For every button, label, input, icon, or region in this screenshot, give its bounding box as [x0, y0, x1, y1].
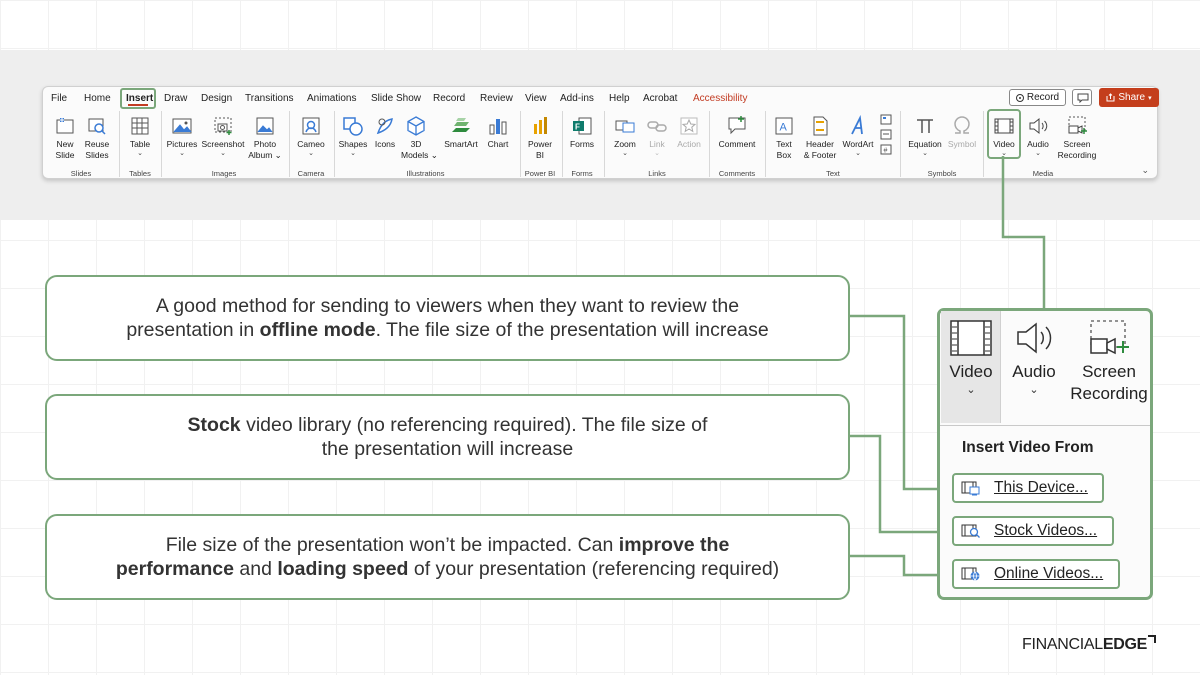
video-film-icon: [950, 320, 992, 356]
chevron-down-icon: ⌄: [1029, 384, 1039, 396]
callout-line: A good method for sending to viewers whe…: [155, 295, 740, 317]
callout-this-device: A good method for sending to viewers whe…: [45, 275, 850, 361]
zoom-video-button[interactable]: Video ⌄: [941, 319, 1001, 397]
logo-text-bold: EDGE: [1102, 636, 1148, 653]
callout-line: Stock video library (no referencing requ…: [187, 414, 708, 436]
insert-video-menu-zoom: Video ⌄ Audio ⌄ Screen Recording Insert …: [937, 308, 1153, 600]
zoom-audio-label: Audio: [1012, 362, 1056, 381]
screen-recording-icon: [1090, 320, 1129, 355]
financial-edge-logo: FINANCIALEDGE: [1022, 635, 1157, 654]
menu-item-label: Stock Videos...: [994, 522, 1098, 539]
online-video-icon: [961, 567, 980, 581]
speaker-icon: [1017, 322, 1052, 354]
callout-line: File size of the presentation won’t be i…: [165, 534, 730, 556]
menu-divider: [940, 425, 1150, 426]
callout-online-videos: File size of the presentation won’t be i…: [45, 514, 850, 600]
logo-text-light: FINANCIAL: [1022, 636, 1103, 653]
menu-title: Insert Video From: [962, 439, 1094, 456]
chevron-down-icon: ⌄: [966, 384, 976, 396]
menu-item-label: This Device...: [994, 479, 1088, 496]
zoom-audio-button[interactable]: Audio ⌄: [1006, 319, 1062, 397]
menu-item-this-device[interactable]: This Device...: [952, 473, 1104, 503]
zoom-screen-recording-button[interactable]: Screen Recording: [1066, 319, 1152, 405]
menu-item-online-videos[interactable]: Online Videos...: [952, 559, 1120, 589]
stock-video-icon: [961, 524, 980, 538]
menu-item-label: Online Videos...: [994, 565, 1104, 582]
zoom-video-label: Video: [949, 362, 993, 381]
callout-stock-videos: Stock video library (no referencing requ…: [45, 394, 850, 480]
callout-line: performance and loading speed of your pr…: [115, 558, 780, 580]
device-video-icon: [961, 481, 980, 496]
zoom-screen-label: Screen: [1082, 362, 1136, 381]
menu-item-stock-videos[interactable]: Stock Videos...: [952, 516, 1114, 546]
logo-corner-mark-icon: [1148, 635, 1157, 643]
zoom-recording-label: Recording: [1070, 384, 1148, 403]
callout-line: presentation in offline mode. The file s…: [126, 319, 769, 341]
callout-line: the presentation will increase: [321, 438, 574, 460]
